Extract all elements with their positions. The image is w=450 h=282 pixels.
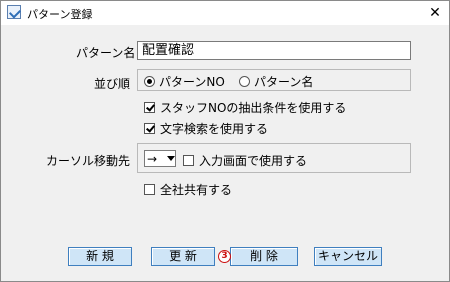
checkbox-checked-indicator	[144, 102, 155, 113]
pattern-name-input[interactable]: 配置確認	[137, 41, 411, 60]
new-button[interactable]: 新 規	[68, 247, 132, 266]
cursor-move-select[interactable]: →	[144, 150, 176, 167]
pattern-register-dialog: パターン登録 ✕ パターン名 配置確認 並び順 パターンNO パターン名 スタッ…	[0, 0, 450, 282]
app-check-icon	[7, 5, 21, 19]
radio-selected-indicator	[144, 76, 155, 87]
window-title: パターン登録	[27, 8, 93, 21]
chevron-down-icon	[166, 151, 175, 166]
pattern-name-label: パターン名	[76, 46, 136, 60]
checkbox-company-shared[interactable]: 全社共有する	[144, 181, 232, 198]
checkbox-input-screen[interactable]: 入力画面で使用する	[183, 152, 307, 169]
checkbox-label-input-screen: 入力画面で使用する	[199, 154, 308, 168]
checkbox-label-text-search: 文字検索を使用する	[160, 122, 269, 136]
checkbox-label-shared: 全社共有する	[160, 183, 233, 197]
checkbox-label-staff-no: スタッフNOの抽出条件を使用する	[160, 101, 347, 115]
update-button[interactable]: 更 新	[151, 247, 215, 266]
checkbox-unchecked-indicator	[183, 155, 194, 166]
radio-sort-pattern-name[interactable]: パターン名	[239, 73, 313, 90]
checkbox-unchecked-indicator	[144, 184, 155, 195]
delete-button[interactable]: 削 除	[230, 247, 298, 266]
close-button[interactable]: ✕	[423, 3, 447, 23]
checkbox-text-search[interactable]: 文字検索を使用する	[144, 120, 268, 137]
sort-order-label: 並び順	[94, 77, 131, 91]
radio-label-pattern-name: パターン名	[254, 75, 314, 89]
title-bar: パターン登録 ✕	[1, 1, 449, 25]
radio-unselected-indicator	[239, 76, 250, 87]
annotation-number-badge: 3	[218, 250, 231, 263]
cursor-move-label: カーソル移動先	[46, 154, 131, 168]
cursor-move-value: →	[147, 151, 158, 166]
checkbox-staff-no-condition[interactable]: スタッフNOの抽出条件を使用する	[144, 99, 346, 116]
cancel-button[interactable]: キャンセル	[314, 247, 382, 266]
checkbox-checked-indicator	[144, 123, 155, 134]
radio-label-pattern-no: パターンNO	[159, 75, 225, 89]
radio-sort-pattern-no[interactable]: パターンNO	[144, 73, 225, 90]
